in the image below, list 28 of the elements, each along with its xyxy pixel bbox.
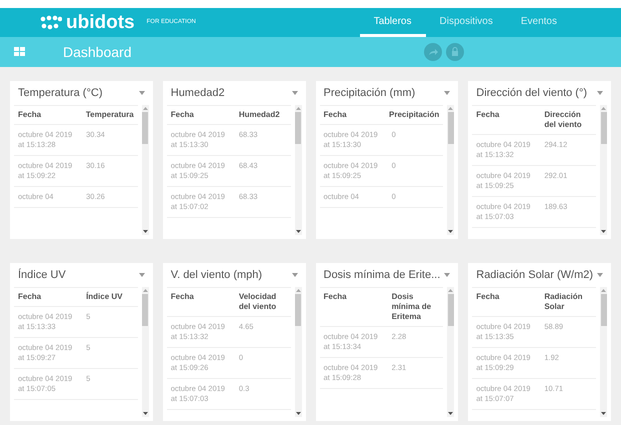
column-header: Fecha	[322, 110, 348, 120]
column-header: Precipitación	[388, 110, 440, 120]
widget-title: Índice UV	[18, 268, 66, 283]
nav-tab[interactable]: Eventos	[506, 8, 571, 37]
column-header: Fecha	[170, 292, 195, 303]
column-header: Fecha	[17, 292, 42, 302]
column-header: Fecha	[322, 292, 348, 303]
column-header: Dosis mínima de Eritema	[390, 292, 432, 322]
column-header: Humedad2	[238, 110, 281, 120]
widget-title: Dirección del viento (°)	[476, 86, 588, 101]
column-header: Fecha	[17, 110, 42, 120]
widget-title: Precipitación (mm)	[324, 86, 416, 101]
page-title: Dashboard	[63, 42, 132, 62]
column-header: Fecha	[170, 110, 195, 120]
widget-title: Radiación Solar (W/m2)	[476, 268, 594, 283]
column-header: Radiación Solar	[543, 292, 584, 312]
column-header: Fecha	[475, 110, 500, 121]
widget-title: Humedad2	[170, 86, 225, 101]
logo-text: ubidots	[66, 13, 135, 32]
widget-title: Dosis mínima de Erite...	[324, 268, 440, 283]
nav-tab[interactable]: Dispositivos	[426, 8, 507, 37]
column-header: Temperatura	[84, 110, 135, 120]
column-header: Fecha	[475, 292, 500, 303]
column-header: Índice UV	[85, 292, 124, 302]
widget-title: Temperatura (°C)	[18, 86, 102, 101]
column-header: Dirección del viento	[543, 110, 583, 130]
column-header: Velocidad del viento	[238, 292, 278, 312]
widget-title: V. del viento (mph)	[170, 268, 262, 283]
